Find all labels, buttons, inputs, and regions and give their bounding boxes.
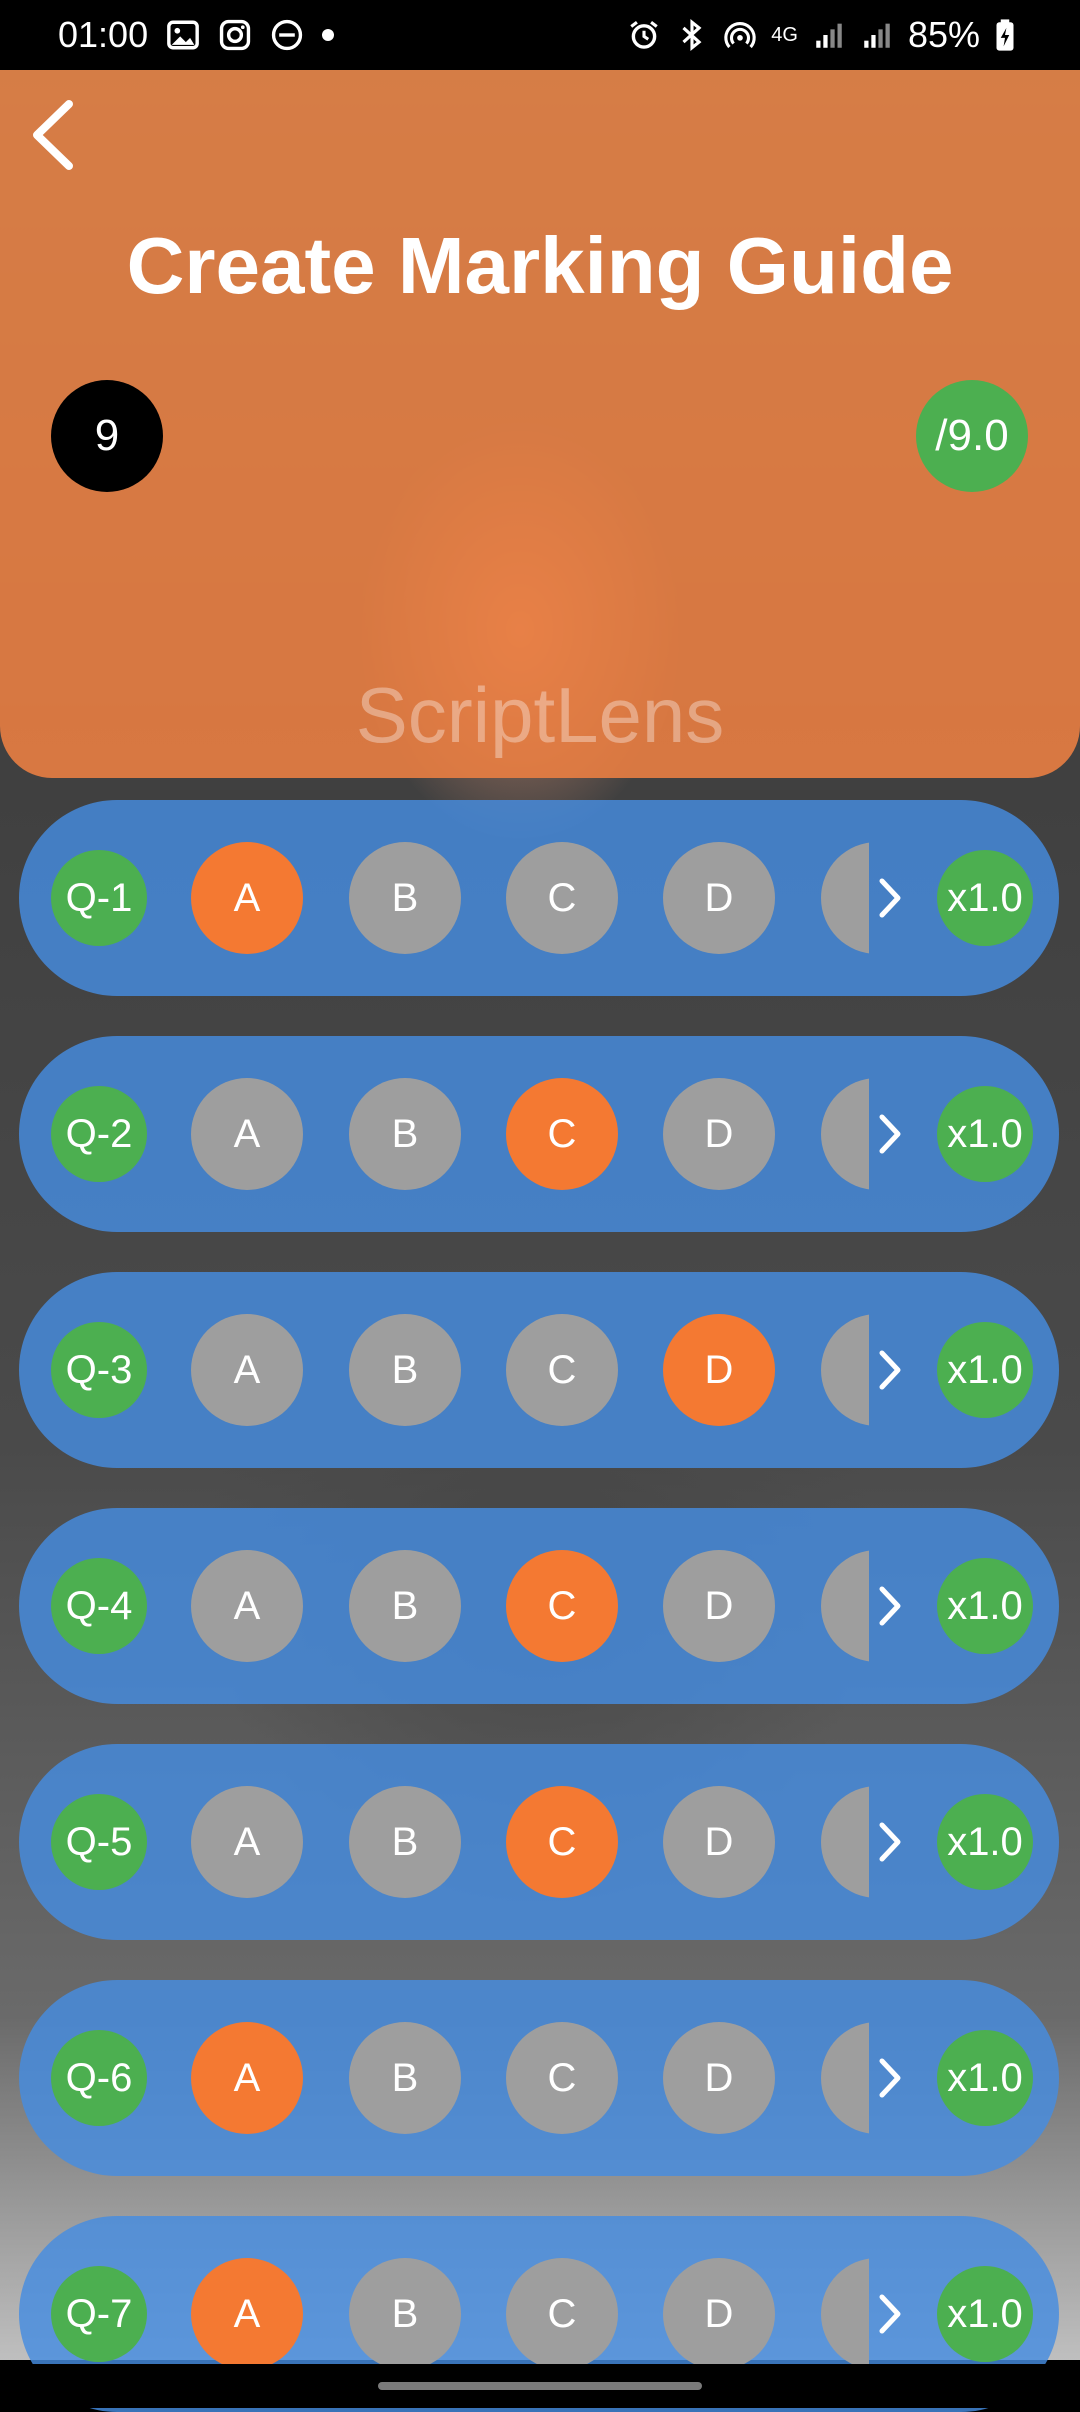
alarm-icon xyxy=(627,18,661,52)
total-marks-badge[interactable]: /9.0 xyxy=(916,380,1028,492)
signal-icon-2 xyxy=(860,18,894,52)
question-count-badge[interactable]: 9 xyxy=(51,380,163,492)
question-label: Q-4 xyxy=(51,1558,147,1654)
question-label: Q-6 xyxy=(51,2030,147,2126)
option-e-circle xyxy=(821,1786,869,1898)
option-e-circle xyxy=(821,1314,869,1426)
option-e-circle xyxy=(821,1550,869,1662)
option-c-button[interactable]: C xyxy=(506,1078,618,1190)
battery-percent: 85% xyxy=(907,14,980,55)
question-label: Q-5 xyxy=(51,1794,147,1890)
option-b-button[interactable]: B xyxy=(349,1314,461,1426)
option-b-button[interactable]: B xyxy=(349,2022,461,2134)
option-e-button[interactable] xyxy=(821,1786,869,1898)
chevron-right-icon[interactable] xyxy=(873,868,907,928)
option-e-circle xyxy=(821,1078,869,1190)
option-d-button[interactable]: D xyxy=(663,2022,775,2134)
question-row: Q-4 A B C Dx1.0 xyxy=(19,1508,1059,1704)
option-b-button[interactable]: B xyxy=(349,1078,461,1190)
option-e-circle xyxy=(821,842,869,954)
header-panel: Create Marking Guide 9 /9.0 ScriptLens xyxy=(0,70,1080,778)
option-c-button[interactable]: C xyxy=(506,1786,618,1898)
back-button[interactable] xyxy=(18,90,86,180)
chevron-right-icon[interactable] xyxy=(873,1576,907,1636)
option-d-button[interactable]: D xyxy=(663,1314,775,1426)
question-label: Q-7 xyxy=(51,2266,147,2362)
option-e-button[interactable] xyxy=(821,2258,869,2370)
signal-icon xyxy=(812,18,846,52)
network-type: 4G xyxy=(771,23,798,46)
back-arrow-icon xyxy=(33,100,73,170)
weight-badge[interactable]: x1.0 xyxy=(937,1322,1033,1418)
question-row: Q-3 A B C Dx1.0 xyxy=(19,1272,1059,1468)
option-e-button[interactable] xyxy=(821,2022,869,2134)
option-d-button[interactable]: D xyxy=(663,842,775,954)
option-a-button[interactable]: A xyxy=(191,2258,303,2370)
option-a-button[interactable]: A xyxy=(191,842,303,954)
option-e-button[interactable] xyxy=(821,1550,869,1662)
option-e-button[interactable] xyxy=(821,1314,869,1426)
status-time: 01:00 xyxy=(58,14,149,55)
option-e-button[interactable] xyxy=(821,842,869,954)
option-b-button[interactable]: B xyxy=(349,1550,461,1662)
option-c-button[interactable]: C xyxy=(506,2258,618,2370)
gallery-icon xyxy=(166,18,200,52)
weight-badge[interactable]: x1.0 xyxy=(937,2266,1033,2362)
battery-charging-icon xyxy=(994,18,1028,52)
hotspot-icon xyxy=(723,18,757,52)
option-b-button[interactable]: B xyxy=(349,2258,461,2370)
option-c-button[interactable]: C xyxy=(506,2022,618,2134)
option-d-button[interactable]: D xyxy=(663,2258,775,2370)
bluetooth-icon xyxy=(675,18,709,52)
weight-badge[interactable]: x1.0 xyxy=(937,1794,1033,1890)
option-a-button[interactable]: A xyxy=(191,1786,303,1898)
question-row: Q-5 A B C Dx1.0 xyxy=(19,1744,1059,1940)
weight-badge[interactable]: x1.0 xyxy=(937,1086,1033,1182)
option-b-button[interactable]: B xyxy=(349,842,461,954)
notification-dot-icon xyxy=(322,29,335,41)
option-a-button[interactable]: A xyxy=(191,1078,303,1190)
question-row: Q-1 A B C Dx1.0 xyxy=(19,800,1059,996)
question-row: Q-6 A B C Dx1.0 xyxy=(19,1980,1059,2176)
option-b-button[interactable]: B xyxy=(349,1786,461,1898)
option-e-circle xyxy=(821,2258,869,2370)
chevron-right-icon[interactable] xyxy=(873,2284,907,2344)
option-a-button[interactable]: A xyxy=(191,1314,303,1426)
option-c-button[interactable]: C xyxy=(506,1550,618,1662)
option-d-button[interactable]: D xyxy=(663,1078,775,1190)
option-c-button[interactable]: C xyxy=(506,842,618,954)
question-row: Q-2 A B C Dx1.0 xyxy=(19,1036,1059,1232)
weight-badge[interactable]: x1.0 xyxy=(937,1558,1033,1654)
instagram-icon xyxy=(218,18,252,52)
chevron-right-icon[interactable] xyxy=(873,1812,907,1872)
question-label: Q-1 xyxy=(51,850,147,946)
question-label: Q-3 xyxy=(51,1322,147,1418)
option-d-button[interactable]: D xyxy=(663,1786,775,1898)
chevron-right-icon[interactable] xyxy=(873,2048,907,2108)
status-bar: 01:00 4G 85% xyxy=(0,0,1080,70)
weight-badge[interactable]: x1.0 xyxy=(937,850,1033,946)
option-e-button[interactable] xyxy=(821,1078,869,1190)
brand-watermark: ScriptLens xyxy=(355,671,725,759)
navigation-bar xyxy=(0,2364,1080,2408)
weight-badge[interactable]: x1.0 xyxy=(937,2030,1033,2126)
chevron-right-icon[interactable] xyxy=(873,1340,907,1400)
page-title: Create Marking Guide xyxy=(126,221,954,310)
option-d-button[interactable]: D xyxy=(663,1550,775,1662)
chevron-right-icon[interactable] xyxy=(873,1104,907,1164)
option-e-circle xyxy=(821,2022,869,2134)
question-label: Q-2 xyxy=(51,1086,147,1182)
option-a-button[interactable]: A xyxy=(191,2022,303,2134)
option-a-button[interactable]: A xyxy=(191,1550,303,1662)
do-not-disturb-icon xyxy=(270,18,304,52)
option-c-button[interactable]: C xyxy=(506,1314,618,1426)
home-handle[interactable] xyxy=(378,2382,702,2390)
